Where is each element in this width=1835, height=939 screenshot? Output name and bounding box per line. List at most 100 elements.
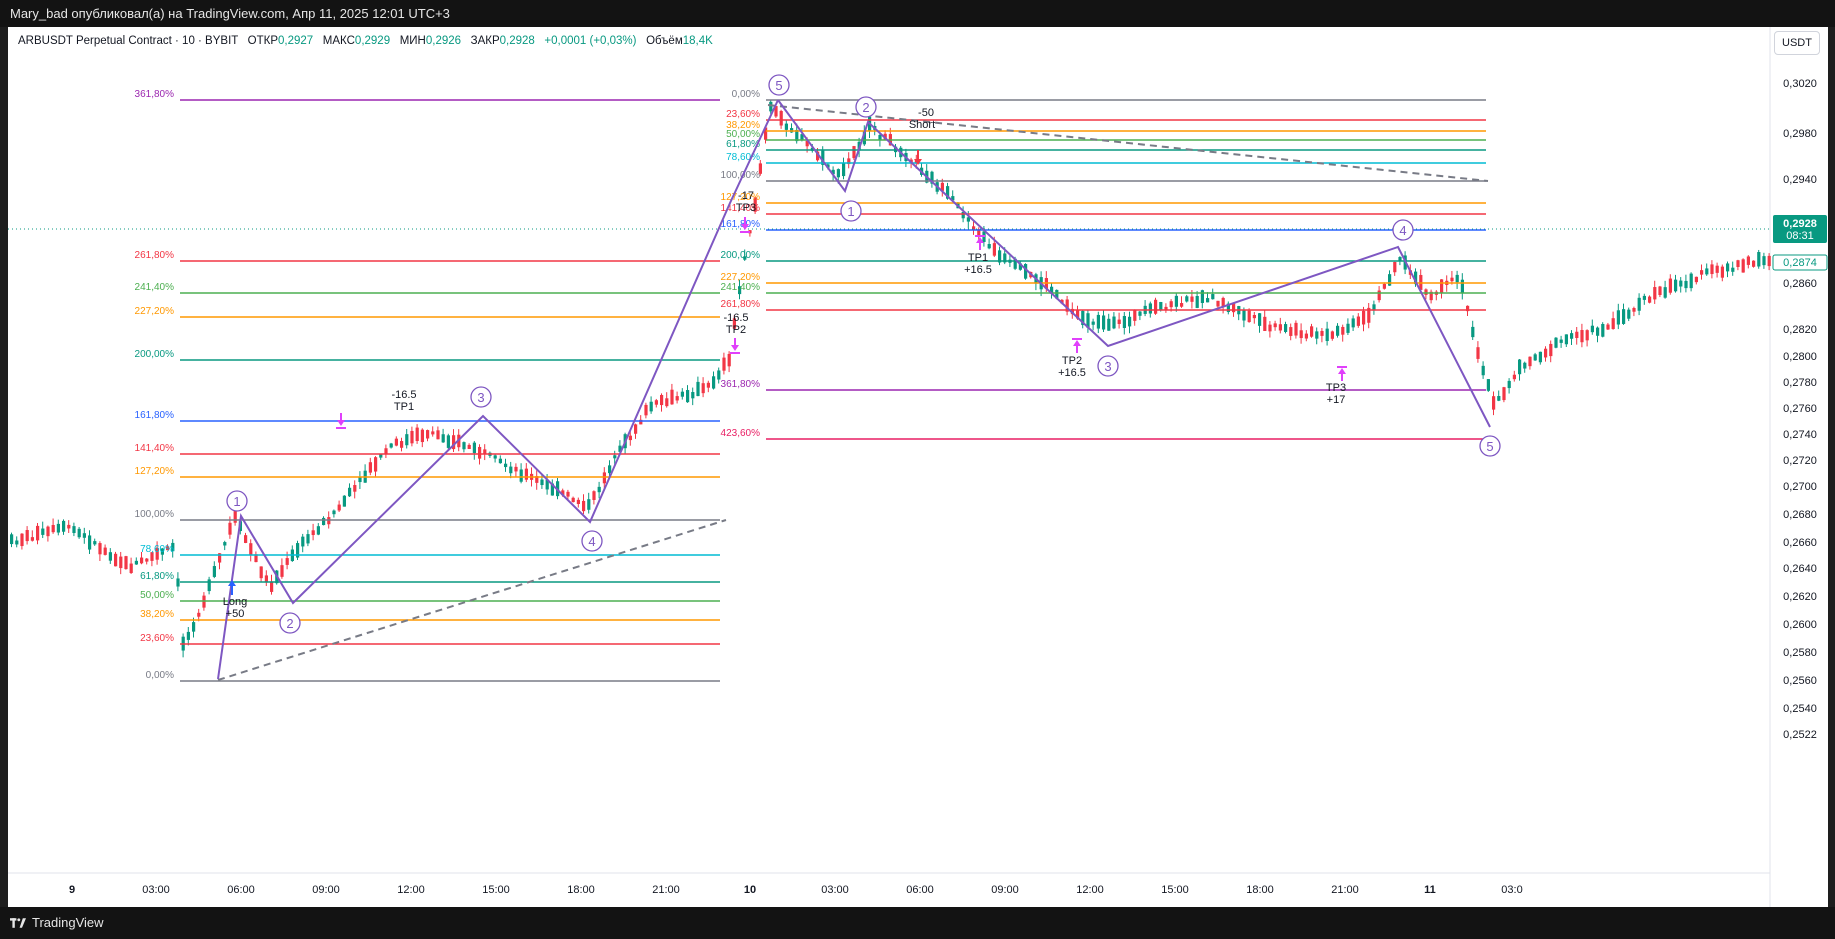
fib-right-lower-label: 423,60% xyxy=(721,428,761,439)
change-value: +0,0001 (+0,03%) xyxy=(544,35,637,47)
candle-body xyxy=(1684,280,1688,289)
candle-body xyxy=(1570,333,1574,339)
candle-body xyxy=(56,523,60,533)
price-tick-label: 0,2660 xyxy=(1783,537,1817,549)
candle-body xyxy=(186,631,190,640)
candle-body xyxy=(1128,316,1132,327)
publisher-text: Mary_bad опубликовал(а) на TradingView.c… xyxy=(10,6,450,21)
candle-body xyxy=(597,486,601,493)
time-tick-label: 15:00 xyxy=(1161,884,1189,896)
chart-panel[interactable]: 361,80% 261,80% 241,40% 227,20% 200,00% 161,8… xyxy=(8,27,1828,907)
candle-body xyxy=(301,536,305,547)
candle-body xyxy=(1538,351,1542,363)
price-axis[interactable]: 0,30200,29800,29400,29000,28600,28200,28… xyxy=(1783,78,1817,741)
candle-body xyxy=(1393,261,1397,273)
candle-body xyxy=(316,526,320,535)
candle-body xyxy=(405,434,409,446)
candle-body xyxy=(140,557,144,564)
tp1-left-label: TP1 xyxy=(394,401,414,413)
candle-body xyxy=(1356,316,1360,326)
candle-body xyxy=(1211,294,1215,300)
candle-body xyxy=(212,566,216,577)
candle-body xyxy=(1627,309,1631,319)
candle-body xyxy=(1767,255,1771,267)
candle-body xyxy=(644,404,648,416)
high-value: 0,2929 xyxy=(354,35,391,47)
price-tick-label: 0,2540 xyxy=(1783,703,1817,715)
wave-label-left-2: 2 xyxy=(279,612,301,634)
fibonacci-levels: 361,80%261,80%241,40%227,20%200,00%161,8… xyxy=(135,89,1486,682)
candle-body xyxy=(1710,264,1714,275)
candle-body xyxy=(701,383,705,394)
time-axis[interactable]: 9 03:00 06:00 09:00 12:00 15:00 18:00 21:00 10 03… xyxy=(69,884,1523,896)
candle-body xyxy=(1726,263,1730,272)
candle-body xyxy=(1460,279,1464,293)
candle-body xyxy=(1273,323,1277,328)
fib-left-upper-label: 241,40% xyxy=(135,282,175,293)
volume-label: Объём xyxy=(646,35,683,47)
candle-body xyxy=(1590,325,1594,333)
candle-body xyxy=(1154,299,1158,314)
open-label: ОТКР xyxy=(247,35,279,47)
candle-body xyxy=(1398,257,1402,261)
symbol-legend[interactable]: ARBUSDT Perpetual Contract · 10 · BYBIT … xyxy=(18,35,713,47)
candle-body xyxy=(1304,333,1308,339)
candle-body xyxy=(441,434,445,443)
price-tick-label: 0,2720 xyxy=(1783,455,1817,467)
candle-body xyxy=(836,169,840,178)
candle-body xyxy=(696,381,700,397)
candle-body xyxy=(1268,324,1272,332)
chart-canvas[interactable]: 361,80%261,80%241,40%227,20%200,00%161,8… xyxy=(8,27,1828,907)
candle-body xyxy=(1242,309,1246,321)
close-label: ЗАКР xyxy=(470,35,500,47)
candle-body xyxy=(1169,301,1173,308)
candle-body xyxy=(670,389,674,405)
candle-body xyxy=(992,243,996,256)
candle-body xyxy=(223,542,227,546)
candle-body xyxy=(649,401,653,412)
candle-body xyxy=(1486,379,1490,391)
candle-body xyxy=(311,530,315,536)
candle-body xyxy=(1601,324,1605,337)
candle-body xyxy=(665,398,669,407)
candle-body xyxy=(322,517,326,526)
tradingview-logo[interactable]: TradingView xyxy=(10,907,104,939)
candle-body xyxy=(1689,273,1693,289)
candle-body xyxy=(1284,324,1288,332)
candle-body xyxy=(987,244,991,249)
svg-text:08:31: 08:31 xyxy=(1786,230,1814,242)
time-tick-label: 10 xyxy=(744,884,756,896)
candle-body xyxy=(400,441,404,448)
candle-body xyxy=(1362,310,1366,325)
symbol-title[interactable]: ARBUSDT Perpetual Contract · 10 · BYBIT xyxy=(18,35,238,47)
price-tick-label: 0,2860 xyxy=(1783,278,1817,290)
candle-body xyxy=(1102,315,1106,330)
candle-body xyxy=(15,540,19,545)
close-value: 0,2928 xyxy=(499,35,535,47)
candle-body xyxy=(576,499,580,505)
svg-text:2: 2 xyxy=(286,616,293,631)
fib-right-lower-label: 261,80% xyxy=(721,299,761,310)
candle-body xyxy=(270,581,274,592)
candle-body xyxy=(842,163,846,177)
candle-body xyxy=(98,543,102,555)
candle-body xyxy=(1450,277,1454,282)
candle-body xyxy=(1642,295,1646,300)
fib-right-lower-label: 200,00% xyxy=(721,250,761,261)
candle-body xyxy=(394,438,398,446)
candle-body xyxy=(420,429,424,443)
currency-button[interactable]: USDT xyxy=(1774,31,1820,55)
candle-body xyxy=(493,455,497,459)
wave-label-left-1: 1 xyxy=(226,490,248,512)
candle-body xyxy=(25,530,29,542)
candle-body xyxy=(1377,290,1381,301)
candle-body xyxy=(1091,321,1095,325)
fib-right-upper-label: 78,60% xyxy=(726,152,760,163)
candle-body xyxy=(1122,316,1126,328)
candle-body xyxy=(1679,280,1683,287)
candle-body xyxy=(249,543,253,556)
candle-body xyxy=(1715,265,1719,273)
candle-body xyxy=(436,430,440,440)
candle-body xyxy=(108,552,112,561)
fib-left-lower-label: 100,00% xyxy=(135,509,175,520)
